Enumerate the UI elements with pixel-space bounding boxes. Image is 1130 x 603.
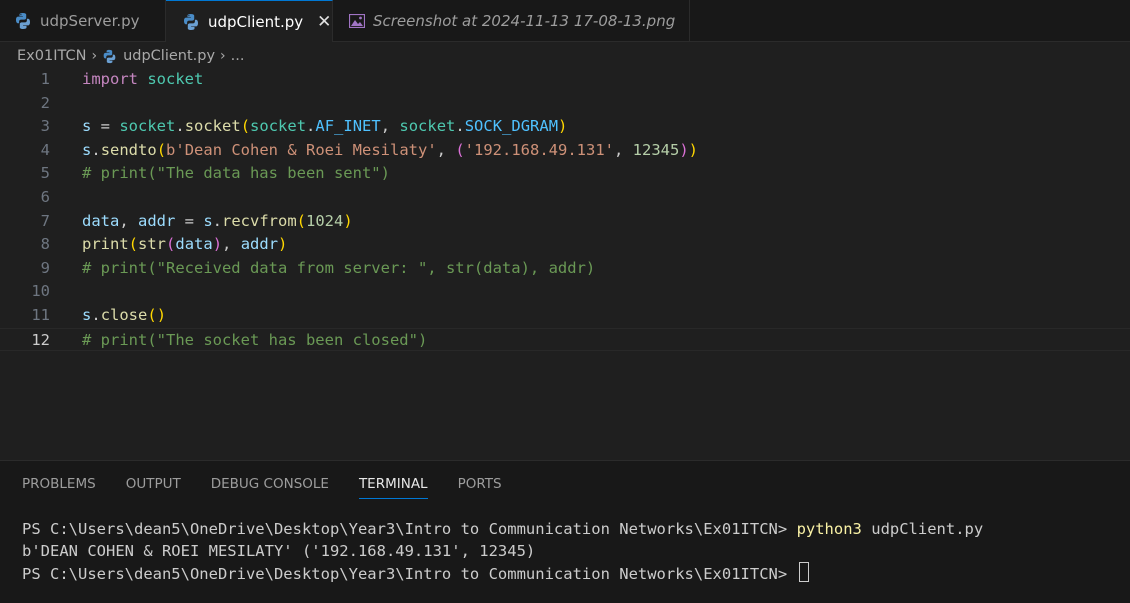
breadcrumb-folder[interactable]: Ex01ITCN <box>17 48 86 64</box>
terminal-prompt: PS C:\Users\dean5\OneDrive\Desktop\Year3… <box>22 565 788 583</box>
terminal-line: PS C:\Users\dean5\OneDrive\Desktop\Year3… <box>22 518 983 540</box>
code-line[interactable]: 7 data, addr = s.recvfrom(1024) <box>0 210 1130 234</box>
tab-problems[interactable]: PROBLEMS <box>22 471 96 499</box>
code-line[interactable]: 6 <box>0 186 1130 210</box>
image-icon <box>349 13 365 28</box>
terminal-line: PS C:\Users\dean5\OneDrive\Desktop\Year3… <box>22 562 983 585</box>
code-text: # print("The socket has been closed") <box>82 330 428 349</box>
code-text: # print("The data has been sent") <box>82 164 390 183</box>
breadcrumb: Ex01ITCN › udpClient.py › ... <box>17 45 244 67</box>
line-number: 4 <box>40 140 50 159</box>
line-number: 7 <box>40 211 50 230</box>
python-icon <box>103 49 116 63</box>
chevron-right-icon: › <box>91 48 98 64</box>
tab-screenshot[interactable]: Screenshot at 2024-11-13 17-08-13.png <box>333 0 690 41</box>
code-line[interactable]: 4 s.sendto(b'Dean Cohen & Roei Mesilaty',… <box>0 139 1130 163</box>
python-icon <box>16 12 30 29</box>
tab-udpserver[interactable]: udpServer.py <box>0 0 166 41</box>
chevron-right-icon: › <box>220 48 226 64</box>
code-line[interactable]: 5 # print("The data has been sent") <box>0 162 1130 186</box>
code-editor[interactable]: 1 import socket 2 3 s = socket.socket(socket… <box>0 68 1130 458</box>
line-number: 2 <box>40 93 50 112</box>
line-number: 9 <box>40 258 50 277</box>
terminal-prompt: PS C:\Users\dean5\OneDrive\Desktop\Year3… <box>22 520 788 538</box>
line-number: 3 <box>40 117 50 136</box>
code-text: s.sendto(b'Dean Cohen & Roei Mesilaty', … <box>82 140 699 159</box>
code-line[interactable]: 2 <box>0 92 1130 116</box>
tab-udpclient[interactable]: udpClient.py ✕ <box>166 0 333 42</box>
panel-tabs: PROBLEMS OUTPUT DEBUG CONSOLE TERMINAL P… <box>22 471 532 499</box>
tab-debug-console[interactable]: DEBUG CONSOLE <box>211 471 329 499</box>
tab-label: Screenshot at 2024-11-13 17-08-13.png <box>373 11 676 30</box>
tab-ports[interactable]: PORTS <box>458 471 502 499</box>
code-line[interactable]: 8 print(str(data), addr) <box>0 233 1130 257</box>
code-text: data, addr = s.recvfrom(1024) <box>82 211 353 230</box>
breadcrumb-file[interactable]: udpClient.py <box>123 48 215 64</box>
code-line[interactable]: 9 # print("Received data from server: ", … <box>0 257 1130 281</box>
line-number: 1 <box>40 70 50 88</box>
code-text: # print("Received data from server: ", s… <box>82 258 596 277</box>
terminal-command-args: udpClient.py <box>871 520 984 538</box>
tab-label: udpServer.py <box>40 11 140 30</box>
editor-tab-bar: udpServer.py udpClient.py ✕ Screenshot a… <box>0 0 1130 42</box>
line-number: 8 <box>40 235 50 254</box>
code-text: print(str(data), addr) <box>82 235 288 254</box>
code-line[interactable]: 12 # print("The socket has been closed") <box>0 327 1130 352</box>
line-number: 11 <box>31 306 50 324</box>
code-line[interactable]: 3 s = socket.socket(socket.AF_INET, socke… <box>0 115 1130 139</box>
code-text: import socket <box>82 70 204 88</box>
line-number: 5 <box>40 164 50 183</box>
code-line[interactable]: 11 s.close() <box>0 304 1130 328</box>
breadcrumb-more[interactable]: ... <box>231 48 245 64</box>
terminal[interactable]: PS C:\Users\dean5\OneDrive\Desktop\Year3… <box>22 518 983 585</box>
python-icon <box>184 13 198 30</box>
line-number: 10 <box>31 282 50 301</box>
tab-label: udpClient.py <box>208 12 304 31</box>
code-text: s = socket.socket(socket.AF_INET, socket… <box>82 117 568 136</box>
line-number: 6 <box>40 188 50 206</box>
terminal-cursor <box>798 562 809 582</box>
line-number: 12 <box>31 330 50 349</box>
code-line[interactable]: 10 <box>0 280 1130 304</box>
close-icon[interactable]: ✕ <box>317 12 331 32</box>
code-line[interactable]: 1 import socket <box>0 68 1130 92</box>
tab-terminal[interactable]: TERMINAL <box>358 471 428 499</box>
terminal-output: b'DEAN COHEN & ROEI MESILATY' ('192.168.… <box>22 542 536 560</box>
bottom-panel: PROBLEMS OUTPUT DEBUG CONSOLE TERMINAL P… <box>0 460 1130 603</box>
code-text: s.close() <box>82 306 167 324</box>
terminal-command: python3 <box>796 520 862 538</box>
tab-output[interactable]: OUTPUT <box>126 471 181 499</box>
